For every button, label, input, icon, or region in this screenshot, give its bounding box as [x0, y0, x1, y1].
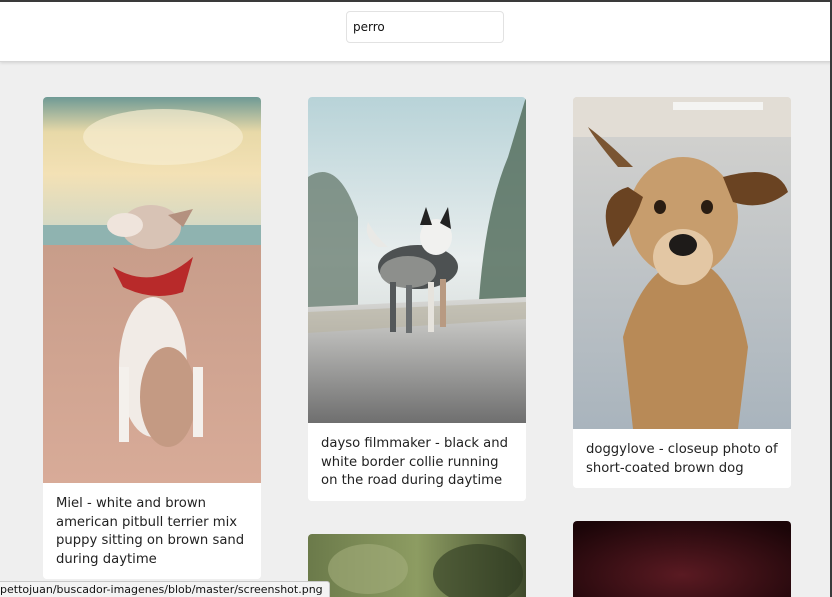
result-photo[interactable]: [308, 97, 526, 423]
photo-caption: doggylove - closeup photo of short-coate…: [573, 429, 791, 488]
result-photo[interactable]: [573, 521, 791, 597]
image-card[interactable]: [308, 534, 526, 597]
search-input[interactable]: [346, 11, 504, 43]
result-photo[interactable]: [308, 534, 526, 597]
top-search-bar: [0, 0, 832, 62]
browser-status-url: pettojuan/buscador-imagenes/blob/master/…: [0, 581, 330, 597]
image-card[interactable]: [573, 521, 791, 597]
photo-caption: dayso filmmaker - black and white border…: [308, 423, 526, 501]
image-card[interactable]: dayso filmmaker - black and white border…: [308, 97, 526, 501]
image-card[interactable]: doggylove - closeup photo of short-coate…: [573, 97, 791, 488]
result-photo[interactable]: [43, 97, 261, 483]
result-photo[interactable]: [573, 97, 791, 429]
image-card[interactable]: Miel - white and brown american pitbull …: [43, 97, 261, 579]
photo-caption: Miel - white and brown american pitbull …: [43, 483, 261, 579]
